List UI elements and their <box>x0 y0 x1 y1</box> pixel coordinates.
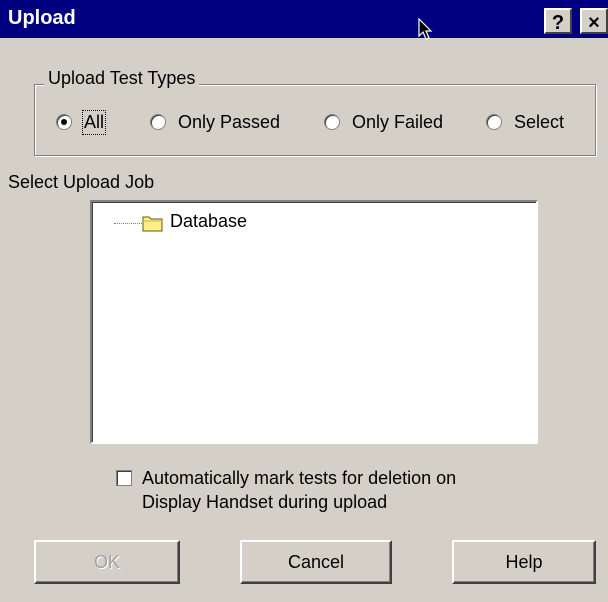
radio-select[interactable]: Select <box>486 110 564 134</box>
auto-mark-checkbox[interactable] <box>116 470 132 486</box>
radio-only-failed[interactable]: Only Failed <box>324 110 443 134</box>
title-bar[interactable]: Upload ? × <box>0 0 608 40</box>
radio-label-all: All <box>81 109 107 135</box>
folder-icon <box>142 216 163 232</box>
close-button[interactable]: × <box>580 8 608 34</box>
radio-label-select: Select <box>514 111 565 132</box>
window-title: Upload <box>8 7 76 29</box>
auto-mark-label[interactable]: Automatically mark tests for deletion on… <box>142 466 456 514</box>
auto-mark-label-line1: Automatically mark tests for deletion on <box>142 468 457 488</box>
radio-button-icon[interactable] <box>486 114 502 130</box>
radio-button-icon[interactable] <box>324 114 340 130</box>
group-title: Upload Test Types <box>44 68 200 89</box>
radio-button-icon[interactable] <box>150 114 166 130</box>
select-upload-job-label: Select Upload Job <box>8 172 155 192</box>
upload-dialog: Upload ? × Upload Test Types All Only Pa… <box>0 0 608 602</box>
tree-item-database[interactable]: Database <box>170 211 247 232</box>
radio-all[interactable]: All <box>56 109 107 135</box>
help-button[interactable]: Help <box>452 540 596 584</box>
radio-label-only-passed: Only Passed <box>178 111 281 132</box>
radio-label-only-failed: Only Failed <box>352 111 444 132</box>
auto-mark-label-line2: Display Handset during upload <box>142 492 388 512</box>
tree-connector <box>114 223 144 224</box>
help-title-button[interactable]: ? <box>544 8 572 34</box>
cancel-button[interactable]: Cancel <box>240 540 392 584</box>
mouse-pointer-icon <box>418 18 433 40</box>
radio-button-icon[interactable] <box>56 114 72 130</box>
radio-only-passed[interactable]: Only Passed <box>150 110 280 134</box>
ok-button[interactable]: OK <box>34 540 180 584</box>
upload-job-tree[interactable]: Database <box>90 200 538 444</box>
